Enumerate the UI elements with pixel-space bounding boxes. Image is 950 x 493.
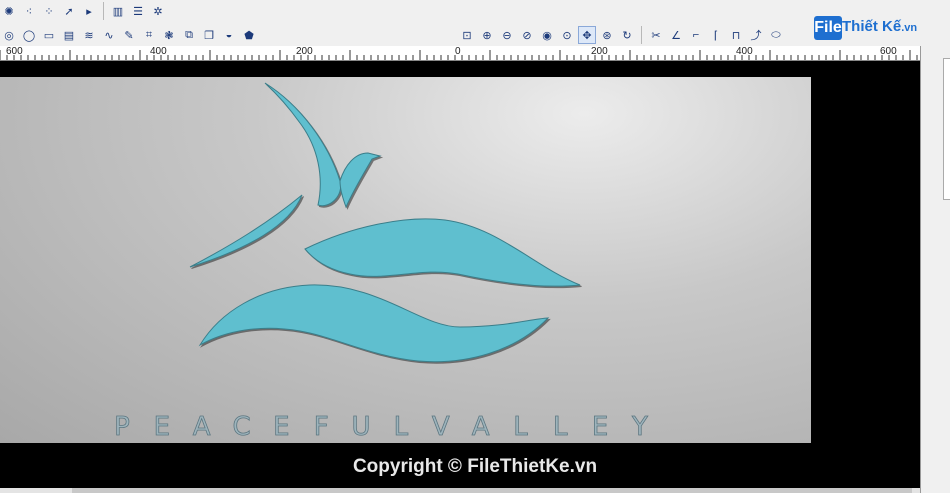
gear-icon[interactable]: ✲ [149,2,167,20]
table-tool-icon[interactable]: ⌗ [140,26,158,44]
page-icon[interactable]: ▸ [80,2,98,20]
star-tool-icon[interactable]: ❃ [160,26,178,44]
title-letter: L [394,412,409,442]
dots-icon[interactable]: ⁖ [20,2,38,20]
side-panel-strip [943,58,950,200]
zoom-all-icon[interactable]: ◉ [538,26,556,44]
title-letter: A [193,412,211,442]
peaceful-valley-lettering: PEACEFULVALLEY [114,412,649,443]
oval-tool-icon[interactable]: ◯ [20,26,38,44]
title-letter: E [592,412,608,442]
zoom-select-icon[interactable]: ⊡ [458,26,476,44]
horizontal-scrollbar-thumb[interactable] [72,488,912,493]
title-letter: Y [631,412,648,442]
bulb-icon[interactable]: ✺ [0,2,18,20]
horizontal-scrollbar[interactable] [0,488,920,493]
grid-tool-icon[interactable]: ▤ [60,26,78,44]
cut-tool-icon[interactable]: ✂ [647,26,665,44]
title-letter: P [114,412,130,442]
logo-text: Thiết Kế.vn [842,18,917,35]
ruler-label: 400 [150,46,167,57]
copyright-watermark: Copyright © FileThietKe.vn [352,456,598,477]
zoom-prev-icon[interactable]: ⊙ [558,26,576,44]
title-letter: U [352,412,371,442]
title-letter: C [232,412,250,442]
bird-tail-shape [189,194,303,268]
ruler-label: 600 [6,46,23,57]
title-letter: L [513,412,528,442]
ruler-label: 200 [591,46,608,57]
top-toolbar-left: ✺ ⁖ ⁘ ➚ ▸ ▥ ☰ ✲ [0,2,167,20]
view-tools-group: ⊡ ⊕ ⊖ ⊘ ◉ ⊙ ✥ ⊛ ↻ ✂ ∠ ⌐ ⌈ ⊓ ⤴ ⬭ [458,26,785,44]
marker-icon[interactable]: ⁘ [40,2,58,20]
logo-box: File [814,16,842,40]
copy-tool-icon[interactable]: ⧉ [180,26,198,44]
refresh-icon[interactable]: ↻ [618,26,636,44]
divider [103,2,104,20]
relief-plate: PEACEFULVALLEY [0,77,811,443]
ruler-label: 0 [455,46,461,57]
path-tool-icon[interactable]: ⤴ [747,26,765,44]
bars-icon[interactable]: ▥ [109,2,127,20]
logo-text-main: Thiết Kế [842,18,902,35]
corner2-tool-icon[interactable]: ⌈ [707,26,725,44]
vertical-scrollbar[interactable] [920,46,950,493]
badge-tool-icon[interactable]: ⬟ [240,26,258,44]
bird-body-shape [339,152,382,209]
title-letter: A [472,412,490,442]
logo-text-suffix: .vn [901,22,918,34]
zoom-fit-icon[interactable]: ⊘ [518,26,536,44]
curve-tool-icon[interactable]: ≋ [80,26,98,44]
ruler-label: 600 [880,46,897,57]
filethietke-logo: File Thiết Kế.vn [808,10,924,46]
rect-tool-icon[interactable]: ▭ [40,26,58,44]
title-letter: E [273,412,289,442]
title-letter: F [314,412,329,442]
copy2-tool-icon[interactable]: ❐ [200,26,218,44]
zoom-out-icon[interactable]: ⊖ [498,26,516,44]
pan-icon[interactable]: ✥ [578,26,596,44]
ellipse-tool-icon[interactable]: ⬭ [767,26,785,44]
zoom-icon[interactable]: ⊛ [598,26,616,44]
divider [641,26,642,44]
shape-tools-group: ◎ ◯ ▭ ▤ ≋ ∿ ✎ ⌗ ❃ ⧉ ❐ ◒ ⬟ [0,26,258,44]
drawing-canvas[interactable]: PEACEFULVALLEY Copyright © FileThietKe.v… [0,61,920,488]
bird-wing-shape [264,82,342,207]
wave-tool-icon[interactable]: ∿ [100,26,118,44]
zoom-in-icon[interactable]: ⊕ [478,26,496,44]
lower-wave-shape [198,284,550,363]
horizontal-ruler: 600 400 200 0 200 400 600 [0,46,920,61]
ruler-label: 200 [296,46,313,57]
ruler-label: 400 [736,46,753,57]
title-letter: V [432,412,450,442]
circle-tool-icon[interactable]: ◎ [0,26,18,44]
title-letter: L [553,412,568,442]
title-letter: E [154,412,170,442]
corner-tool-icon[interactable]: ⌐ [687,26,705,44]
list-icon[interactable]: ☰ [129,2,147,20]
shield-tool-icon[interactable]: ◒ [220,26,238,44]
knot-tool-icon[interactable]: ✎ [120,26,138,44]
arrow-icon[interactable]: ➚ [60,2,78,20]
angle-tool-icon[interactable]: ∠ [667,26,685,44]
square-tool-icon[interactable]: ⊓ [727,26,745,44]
upper-wave-shape [304,218,581,287]
peaceful-valley-artwork: PEACEFULVALLEY [114,82,649,443]
